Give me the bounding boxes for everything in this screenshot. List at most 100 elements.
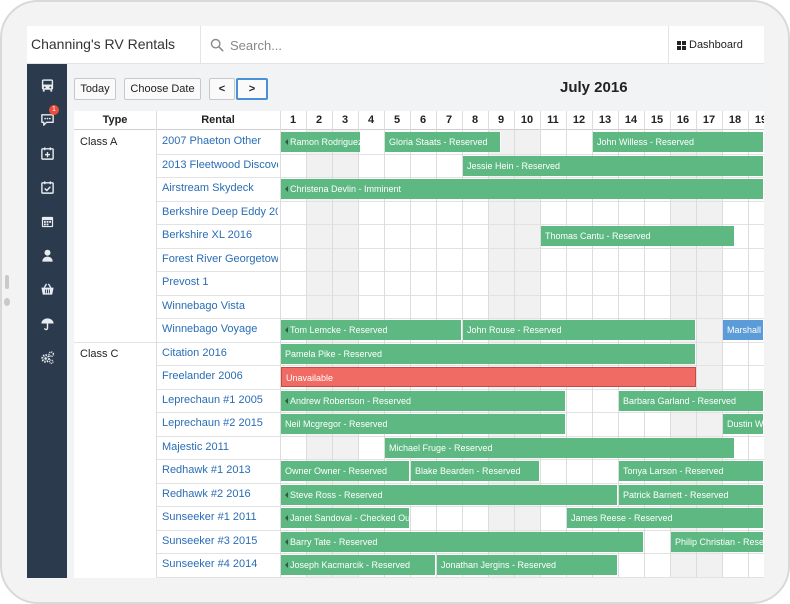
booking-label: Joseph Kacmarcik - Reserved <box>290 560 411 570</box>
basket-icon <box>40 283 54 295</box>
booking-bar[interactable]: Tonya Larson - Reserved <box>619 461 764 481</box>
column-divider <box>156 111 157 577</box>
booking-bar[interactable]: Pamela Pike - Reserved <box>281 343 696 364</box>
user-icon <box>41 249 53 262</box>
booking-label: John Willess - Reserved <box>597 137 695 147</box>
booking-label: Tonya Larson - Reserved <box>623 466 724 476</box>
continues-left-icon <box>285 515 288 521</box>
booking-label: Dustin We <box>727 419 764 429</box>
booking-bar[interactable]: Christena Devlin - Imminent <box>281 179 764 199</box>
day-header: 1 <box>280 111 306 130</box>
booking-bar[interactable]: Andrew Robertson - Reserved <box>281 390 566 411</box>
continues-left-icon <box>285 327 288 333</box>
rental-link[interactable]: Airstream Skydeck <box>162 177 278 201</box>
booking-label: Barry Tate - Reserved <box>290 536 378 547</box>
rental-link[interactable]: Berkshire XL 2016 <box>162 224 278 248</box>
month-title: July 2016 <box>560 79 628 96</box>
umbrella-icon <box>40 317 54 330</box>
rental-link[interactable]: Sunseeker #4 2014 <box>162 553 278 577</box>
day-header: 6 <box>410 111 436 130</box>
booking-bar[interactable]: James Reese - Reserved <box>567 508 764 528</box>
sidebar-item-insurance[interactable] <box>37 314 57 332</box>
row-divider <box>156 576 764 578</box>
booking-bar[interactable]: Ramon Rodriguez - Reserved <box>281 132 361 152</box>
rental-link[interactable]: Forest River Georgetown <box>162 248 278 272</box>
booking-bar[interactable]: Michael Fruge - Reserved <box>385 437 735 458</box>
dashboard-link[interactable]: Dashboard <box>668 26 764 64</box>
rental-link[interactable]: Leprechaun #1 2005 <box>162 389 278 413</box>
calendar-plus-icon <box>40 146 54 160</box>
previous-month-button[interactable]: < <box>209 78 235 100</box>
column-header-rental: Rental <box>156 111 280 130</box>
day-header: 4 <box>358 111 384 130</box>
rental-link[interactable]: Freelander 2006 <box>162 365 278 389</box>
rental-link[interactable]: Redhawk #1 2013 <box>162 459 278 483</box>
rental-link[interactable]: Redhawk #2 2016 <box>162 483 278 507</box>
column-header-type: Type <box>74 111 156 130</box>
sidebar-item-checkins[interactable] <box>37 178 57 196</box>
rental-link[interactable]: Winnebago Voyage <box>162 318 278 342</box>
rental-link[interactable]: 2007 Phaeton Other <box>162 130 278 154</box>
booking-bar[interactable]: Dustin We <box>723 414 764 434</box>
booking-bar[interactable]: Jessie Hein - Reserved <box>463 155 764 176</box>
booking-bar[interactable]: Gloria Staats - Reserved <box>385 132 501 152</box>
booking-bar[interactable]: Owner Owner - Reserved <box>281 461 410 481</box>
booking-label: Patrick Barnett - Reserved <box>623 489 729 500</box>
sidebar-item-rentals[interactable] <box>37 76 57 94</box>
next-month-button[interactable]: > <box>236 78 268 100</box>
booking-label: Jonathan Jergins - Reserved <box>441 560 557 570</box>
rental-link[interactable]: Prevost 1 <box>162 271 278 295</box>
chevron-right-icon: > <box>248 83 256 95</box>
tablet-camera <box>4 298 10 306</box>
search-icon <box>210 38 224 52</box>
gears-icon <box>40 350 54 364</box>
booking-bar[interactable]: Blake Bearden - Reserved <box>411 461 540 481</box>
booking-bar[interactable]: Barbara Garland - Reserved <box>619 390 764 411</box>
rental-link[interactable]: Winnebago Vista <box>162 295 278 319</box>
booking-label: Unavailable <box>286 373 334 383</box>
rental-link[interactable]: Majestic 2011 <box>162 436 278 460</box>
day-header: 16 <box>670 111 696 130</box>
choose-date-button[interactable]: Choose Date <box>124 78 201 100</box>
search-input[interactable] <box>230 34 650 56</box>
rental-link[interactable]: Sunseeker #1 2011 <box>162 506 278 530</box>
booking-label: Ramon Rodriguez - Reserved <box>290 137 361 147</box>
sidebar-item-customers[interactable] <box>37 246 57 264</box>
booking-label: Janet Sandoval - Checked Ou <box>290 513 410 523</box>
booking-bar[interactable]: Thomas Cantu - Reserved <box>541 226 735 246</box>
type-label: Class C <box>80 347 119 360</box>
rental-link[interactable]: Berkshire Deep Eddy 2016 <box>162 201 278 225</box>
sidebar-item-store[interactable] <box>37 280 57 298</box>
day-header: 11 <box>540 111 566 130</box>
continues-left-icon <box>285 562 288 568</box>
booking-label: Barbara Garland - Reserved <box>623 395 737 406</box>
booking-bar[interactable]: Jonathan Jergins - Reserved <box>437 555 618 575</box>
sidebar-item-settings[interactable] <box>37 348 57 366</box>
day-header: 14 <box>618 111 644 130</box>
search-box[interactable] <box>200 26 668 64</box>
sidebar-item-messages[interactable]: 1 <box>37 105 59 128</box>
continues-left-icon <box>285 491 288 498</box>
booking-bar[interactable]: Janet Sandoval - Checked Ou <box>281 508 410 528</box>
app-title[interactable]: Channing's RV Rentals <box>31 36 175 52</box>
sidebar-item-calendar[interactable] <box>37 212 57 230</box>
rental-link[interactable]: 2013 Fleetwood Discovery <box>162 154 278 178</box>
booking-bar[interactable]: Steve Ross - Reserved <box>281 484 618 505</box>
rental-link[interactable]: Citation 2016 <box>162 342 278 366</box>
booking-bar[interactable]: John Rouse - Reserved <box>463 320 696 340</box>
sidebar-item-new-booking[interactable] <box>37 144 57 162</box>
booking-bar[interactable]: Unavailable <box>281 367 696 387</box>
booking-bar[interactable]: Philip Christian - Reser <box>671 531 764 552</box>
rental-link[interactable]: Leprechaun #2 2015 <box>162 412 278 436</box>
booking-bar[interactable]: Neil Mcgregor - Reserved <box>281 414 566 434</box>
booking-label: Tom Lemcke - Reserved <box>290 325 388 335</box>
booking-bar[interactable]: John Willess - Reserved <box>593 132 764 152</box>
rental-link[interactable]: Sunseeker #3 2015 <box>162 530 278 554</box>
booking-bar[interactable]: Tom Lemcke - Reserved <box>281 320 462 340</box>
booking-bar[interactable]: Marshall C <box>723 320 764 340</box>
booking-bar[interactable]: Patrick Barnett - Reserved <box>619 484 764 505</box>
booking-bar[interactable]: Joseph Kacmarcik - Reserved <box>281 555 436 575</box>
today-button[interactable]: Today <box>74 78 116 100</box>
booking-label: Gloria Staats - Reserved <box>389 137 488 147</box>
booking-bar[interactable]: Barry Tate - Reserved <box>281 531 644 552</box>
